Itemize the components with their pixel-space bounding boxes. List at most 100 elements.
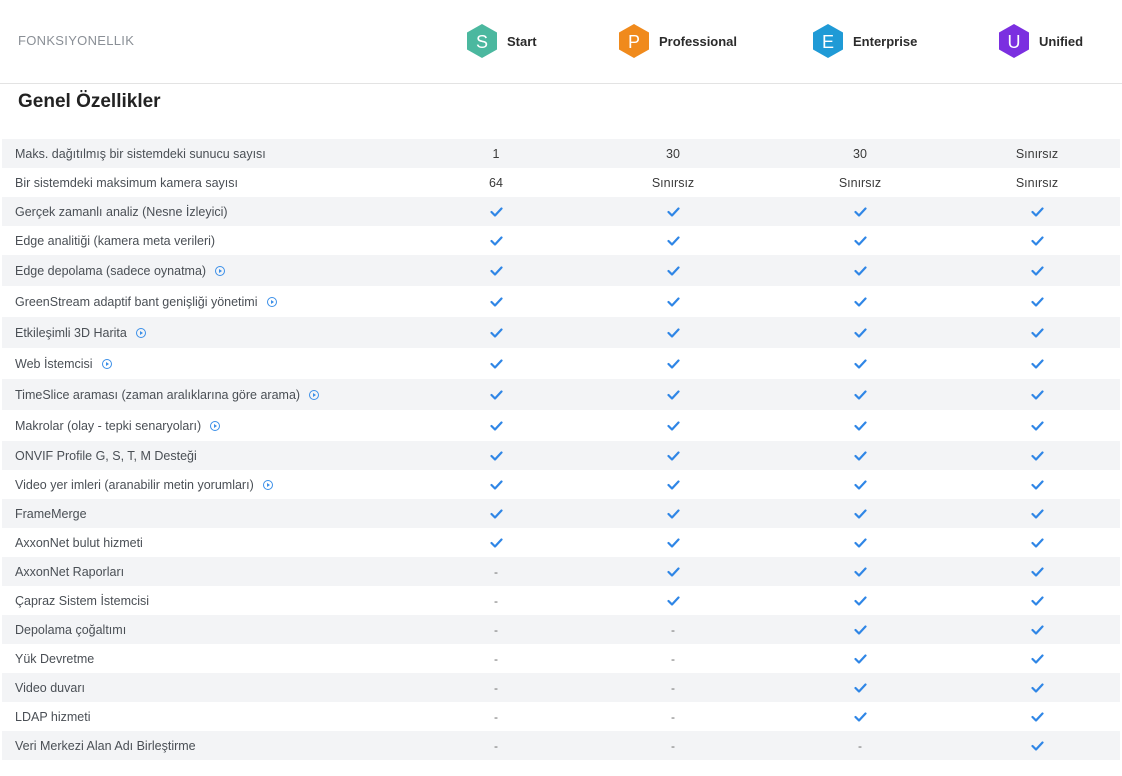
professional-hexagon-icon: P	[619, 24, 649, 58]
check-icon-professional	[628, 197, 718, 226]
dash-text: -	[671, 709, 675, 724]
table-row: Web İstemcisi	[2, 348, 1120, 379]
plan-professional[interactable]: P Professional	[618, 23, 737, 59]
dash-start: -	[451, 673, 541, 702]
dash-text: -	[494, 564, 498, 579]
check-icon-professional	[628, 286, 718, 317]
feature-label: LDAP hizmeti	[15, 702, 91, 731]
plan-start[interactable]: S Start	[466, 23, 537, 59]
svg-text:P: P	[628, 32, 640, 52]
check-icon-professional	[628, 528, 718, 557]
check-icon-unified	[992, 557, 1082, 586]
plan-name-start: Start	[507, 33, 537, 49]
check-icon-unified	[992, 499, 1082, 528]
check-icon-enterprise	[815, 470, 905, 499]
play-info-icon[interactable]	[262, 479, 273, 490]
check-icon-professional	[628, 255, 718, 286]
check-icon-unified	[992, 673, 1082, 702]
check-icon-professional	[628, 410, 718, 441]
feature-text: Web İstemcisi	[15, 356, 93, 371]
table-row: Makrolar (olay - tepki senaryoları)	[2, 410, 1120, 441]
table-row: AxxonNet Raporları -	[2, 557, 1120, 586]
feature-text: Yük Devretme	[15, 651, 95, 666]
check-icon-start	[451, 441, 541, 470]
feature-label: GreenStream adaptif bant genişliği yönet…	[15, 286, 277, 317]
plan-enterprise[interactable]: E Enterprise	[812, 23, 917, 59]
dash-start: -	[451, 586, 541, 615]
value-unified: Sınırsız	[992, 139, 1082, 168]
feature-label: Maks. dağıtılmış bir sistemdeki sunucu s…	[15, 139, 266, 168]
check-icon-start	[451, 197, 541, 226]
check-icon-enterprise	[815, 673, 905, 702]
dash-professional: -	[628, 702, 718, 731]
value-text: Sınırsız	[838, 175, 882, 190]
feature-label: TimeSlice araması (zaman aralıklarına gö…	[15, 379, 320, 410]
value-unified: Sınırsız	[992, 168, 1082, 197]
dash-text: -	[494, 709, 498, 724]
feature-text: TimeSlice araması (zaman aralıklarına gö…	[15, 387, 301, 402]
play-info-icon[interactable]	[210, 420, 221, 431]
table-row: Edge depolama (sadece oynatma)	[2, 255, 1120, 286]
feature-text: Gerçek zamanlı analiz (Nesne İzleyici)	[15, 204, 228, 219]
value-text: 1	[492, 146, 500, 161]
value-enterprise: 30	[815, 139, 905, 168]
check-icon-unified	[992, 702, 1082, 731]
feature-text: AxxonNet Raporları	[15, 564, 125, 579]
feature-label: Video duvarı	[15, 673, 85, 702]
dash-enterprise: -	[815, 731, 905, 760]
dash-start: -	[451, 644, 541, 673]
check-icon-start	[451, 379, 541, 410]
check-icon-enterprise	[815, 586, 905, 615]
play-info-icon[interactable]	[135, 327, 146, 338]
dash-text: -	[671, 738, 675, 753]
dash-start: -	[451, 702, 541, 731]
plan-unified[interactable]: U Unified	[998, 23, 1083, 59]
dash-professional: -	[628, 731, 718, 760]
feature-text: Çapraz Sistem İstemcisi	[15, 593, 150, 608]
check-icon-start	[451, 470, 541, 499]
check-icon-unified	[992, 731, 1082, 760]
table-row: AxxonNet bulut hizmeti	[2, 528, 1120, 557]
feature-text: ONVIF Profile G, S, T, M Desteği	[15, 448, 197, 463]
check-icon-enterprise	[815, 499, 905, 528]
check-icon-professional	[628, 499, 718, 528]
check-icon-enterprise	[815, 528, 905, 557]
feature-table: Maks. dağıtılmış bir sistemdeki sunucu s…	[2, 139, 1120, 760]
dash-text: -	[494, 738, 498, 753]
feature-text: Maks. dağıtılmış bir sistemdeki sunucu s…	[15, 146, 266, 161]
table-row: Etkileşimli 3D Harita	[2, 317, 1120, 348]
table-row: Depolama çoğaltımı - -	[2, 615, 1120, 644]
dash-start: -	[451, 615, 541, 644]
dash-professional: -	[628, 673, 718, 702]
play-info-icon[interactable]	[266, 296, 277, 307]
check-icon-professional	[628, 379, 718, 410]
table-row: Veri Merkezi Alan Adı Birleştirme - - -	[2, 731, 1120, 760]
play-info-icon[interactable]	[215, 265, 226, 276]
check-icon-enterprise	[815, 702, 905, 731]
check-icon-start	[451, 317, 541, 348]
unified-hexagon-icon: U	[999, 24, 1029, 58]
value-text: Sınırsız	[651, 175, 695, 190]
check-icon-start	[451, 255, 541, 286]
table-row: ONVIF Profile G, S, T, M Desteği	[2, 441, 1120, 470]
feature-label: Bir sistemdeki maksimum kamera sayısı	[15, 168, 238, 197]
check-icon-professional	[628, 317, 718, 348]
feature-label: Yük Devretme	[15, 644, 94, 673]
dash-start: -	[451, 557, 541, 586]
play-info-icon[interactable]	[309, 389, 320, 400]
value-text: 30	[853, 146, 867, 161]
dash-text: -	[494, 680, 498, 695]
check-icon-unified	[992, 615, 1082, 644]
feature-label: AxxonNet bulut hizmeti	[15, 528, 143, 557]
table-row: GreenStream adaptif bant genişliği yönet…	[2, 286, 1120, 317]
feature-text: AxxonNet bulut hizmeti	[15, 535, 143, 550]
dash-text: -	[671, 622, 675, 637]
value-text: 30	[666, 146, 680, 161]
check-icon-start	[451, 286, 541, 317]
play-info-icon[interactable]	[101, 358, 112, 369]
feature-label: FrameMerge	[15, 499, 87, 528]
dash-text: -	[858, 738, 862, 753]
feature-label: Video yer imleri (aranabilir metin yorum…	[15, 470, 273, 499]
check-icon-professional	[628, 557, 718, 586]
check-icon-start	[451, 226, 541, 255]
